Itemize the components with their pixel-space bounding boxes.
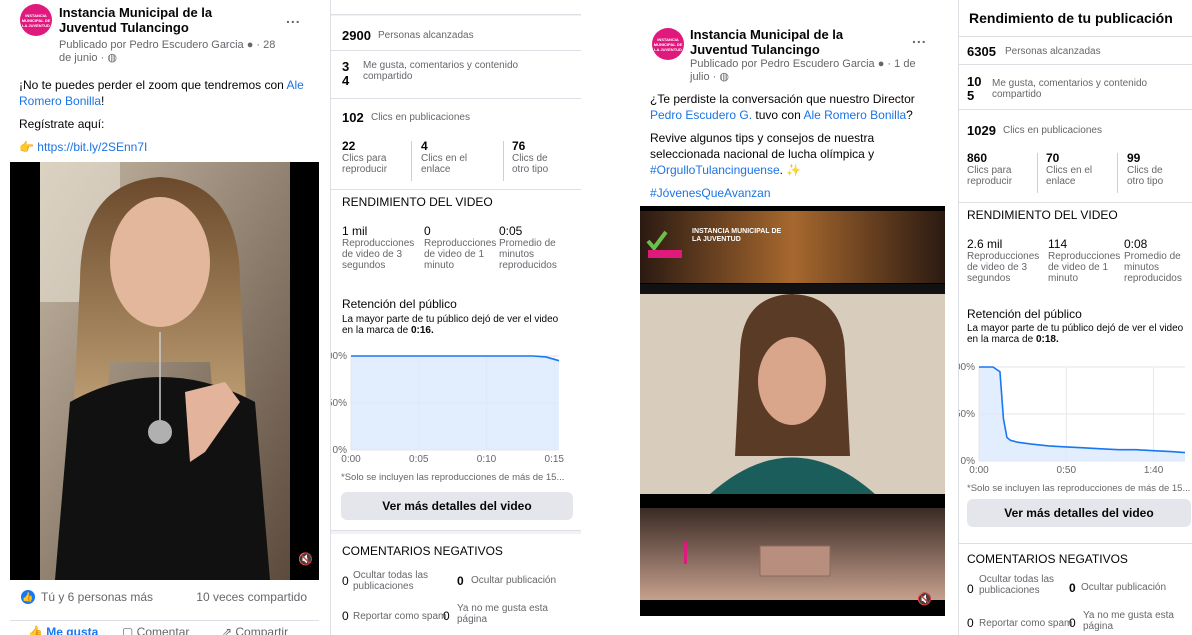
x-tick-label: 0:50 [1057, 465, 1077, 476]
more-options-button[interactable]: ... [286, 10, 301, 26]
reach-section: 2900 Personas alcanzadas [331, 16, 581, 51]
x-tick-label: 0:15 [545, 454, 565, 465]
mute-icon[interactable]: 🔇 [298, 552, 313, 566]
video-thumbnail [10, 162, 319, 580]
clicks-section: 102 Clics en publicaciones 22 Clics para… [331, 99, 581, 190]
video-details-button[interactable]: Ver más detalles del video [967, 499, 1191, 527]
page-name[interactable]: Instancia Municipal de la Juventud Tulan… [59, 5, 269, 35]
video-banner-text: INSTANCIA MUNICIPAL DE LA JUVENTUD [692, 228, 782, 243]
post-performance-header: Rendimiento de tu publicación [959, 0, 1192, 37]
post-card-2: INSTANCIA MUNICIPAL DE LA JUVENTUD Insta… [640, 0, 945, 635]
mention-link[interactable]: Pedro Escudero G. [650, 108, 752, 122]
post-message: ¡No te puedes perder el zoom que tendrem… [19, 78, 304, 154]
x-tick-label: 0:05 [409, 454, 429, 465]
retention-chart-2: 0%50%100%0:000:501:40 [959, 353, 1192, 488]
like-button[interactable]: 👍 Me gusta [28, 625, 98, 635]
engagement-section: 3 4 Me gusta, comentarios y contenido co… [331, 51, 581, 99]
engagement-label: Me gusta, comentarios y contenido compar… [363, 60, 519, 82]
reactions-bar: 👍 Tú y 6 personas más 10 veces compartid… [10, 588, 319, 610]
share-button[interactable]: ⇗ Compartir [222, 625, 288, 635]
mute-icon[interactable]: 🔇 [917, 592, 932, 606]
y-tick-label: 100% [331, 351, 347, 362]
post-byline: Publicado por Pedro Escudero Garcia ● · … [59, 39, 276, 64]
shares-count[interactable]: 10 veces compartido [196, 590, 307, 604]
post-byline: Publicado por Pedro Escudero Garcia ● · … [690, 58, 916, 83]
video-performance-section: RENDIMIENTO DEL VIDEO 1 mil Reproduccion… [331, 190, 581, 531]
chart-footnote: *Solo se incluyen las reproducciones de … [341, 472, 565, 483]
clicks-value: 102 [342, 110, 364, 125]
pointing-hand-icon: 👉 [19, 140, 34, 154]
globe-icon: ◍ [719, 71, 729, 83]
video-performance-section: RENDIMIENTO DEL VIDEO 2.6 mil Reproducci… [959, 203, 1192, 544]
y-tick-label: 50% [331, 398, 347, 409]
video-performance-title: RENDIMIENTO DEL VIDEO [342, 195, 493, 209]
clicks-section: 1029 Clics en publicaciones 860 Clics pa… [959, 110, 1192, 203]
retention-chart-1: 0%50%100%0:000:050:100:15 [331, 342, 581, 482]
retention-title: Retención del público [342, 297, 457, 311]
more-options-button[interactable]: ... [912, 30, 927, 46]
reach-label: Personas alcanzadas [378, 30, 474, 41]
video-player[interactable]: 🔇 [10, 162, 319, 580]
retention-text: La mayor parte de tu público dejó de ver… [342, 314, 559, 336]
mention-link[interactable]: Ale Romero Bonilla [803, 108, 906, 122]
page-avatar[interactable]: INSTANCIA MUNICIPAL DE LA JUVENTUD [20, 4, 52, 36]
x-tick-label: 0:00 [969, 465, 989, 476]
reactions-count[interactable]: Tú y 6 personas más [41, 590, 153, 604]
engagement-section: 10 5 Me gusta, comentarios y contenido c… [959, 65, 1192, 110]
retention-area [351, 356, 559, 450]
y-tick-label: 100% [959, 362, 975, 373]
hashtag-link[interactable]: #JóvenesQueAvanzan [650, 185, 940, 201]
reach-section: 6305 Personas alcanzadas [959, 37, 1192, 65]
negative-feedback-section: COMENTARIOS NEGATIVOS 0 Ocultar todas la… [331, 534, 581, 635]
video-thumbnail [640, 206, 945, 616]
x-tick-label: 0:00 [341, 454, 361, 465]
chart-footnote: *Solo se incluyen las reproducciones de … [967, 483, 1191, 494]
page-avatar[interactable]: INSTANCIA MUNICIPAL DE LA JUVENTUD [652, 28, 684, 60]
action-bar: 👍 Me gusta ▢ Comentar ⇗ Compartir [10, 620, 319, 635]
insights-panel-1: 2900 Personas alcanzadas 3 4 Me gusta, c… [330, 0, 581, 635]
post-message: ¿Te perdiste la conversación que nuestro… [650, 91, 940, 208]
post-card-1: INSTANCIA MUNICIPAL DE LA JUVENTUD Insta… [10, 0, 319, 635]
sparkle-icon: ✨ [786, 163, 802, 177]
negative-feedback-section: COMENTARIOS NEGATIVOS 0 Ocultar todas la… [959, 544, 1192, 635]
hashtag-link[interactable]: #OrgulloTulancinguense [650, 163, 780, 177]
x-tick-label: 1:40 [1144, 465, 1164, 476]
y-tick-label: 50% [959, 409, 975, 420]
comment-button[interactable]: ▢ Comentar [122, 625, 189, 635]
globe-icon: ◍ [107, 52, 117, 64]
x-tick-label: 0:10 [477, 454, 497, 465]
insights-panel-2: Rendimiento de tu publicación 6305 Perso… [958, 0, 1192, 635]
like-reaction-icon: 👍 [21, 590, 35, 604]
page-name[interactable]: Instancia Municipal de la Juventud Tulan… [690, 27, 900, 57]
video-details-button[interactable]: Ver más detalles del video [341, 492, 573, 520]
url-link[interactable]: https://bit.ly/2SEnn7I [37, 140, 147, 154]
video-player[interactable]: INSTANCIA MUNICIPAL DE LA JUVENTUD 🔇 [640, 206, 945, 616]
reach-value: 2900 [342, 28, 371, 43]
